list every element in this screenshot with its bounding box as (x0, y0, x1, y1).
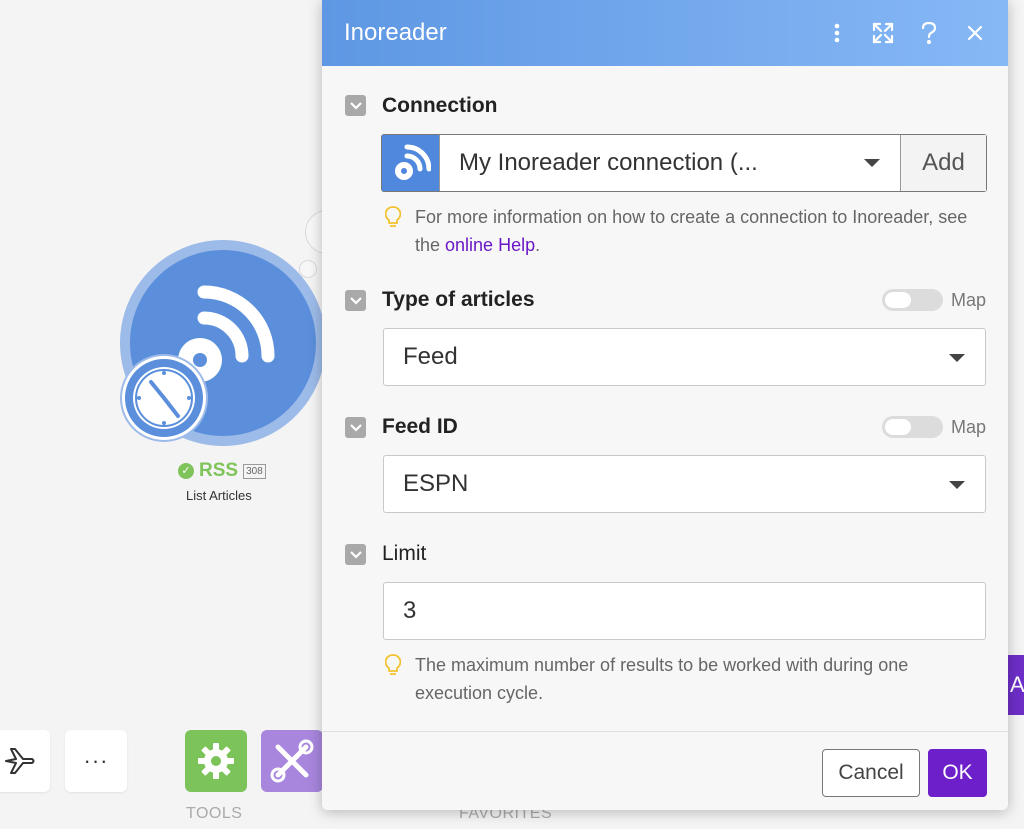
dialog-title: Inoreader (344, 19, 447, 46)
limit-hint: The maximum number of results to be work… (385, 651, 988, 707)
dialog-footer: Cancel OK (322, 731, 1008, 810)
limit-value: 3 (403, 597, 417, 624)
connection-collapse-toggle[interactable] (345, 95, 366, 116)
type-of-articles-select[interactable]: Feed (383, 328, 986, 386)
feed-id-value: ESPN (403, 470, 469, 497)
ellipsis-icon: ··· (83, 748, 109, 773)
help-icon[interactable] (916, 20, 942, 46)
connection-select[interactable]: My Inoreader connection (... (439, 135, 901, 191)
more-vertical-icon[interactable] (824, 20, 850, 46)
edge-action-button[interactable]: A (1008, 655, 1024, 715)
airplane-tool-button[interactable] (0, 730, 50, 792)
module-settings-dialog: Inoreader Connection My Inoreader connec… (322, 0, 1008, 810)
caret-down-icon (949, 481, 965, 489)
caret-down-icon (949, 354, 965, 362)
connection-picker: My Inoreader connection (... Add (381, 134, 987, 192)
inoreader-icon (382, 135, 439, 191)
feed-id-map-toggle[interactable] (881, 416, 943, 438)
limit-hint-text: The maximum number of results to be work… (415, 655, 909, 703)
type-of-articles-map-toggle[interactable] (881, 289, 943, 311)
status-ok-icon: ✓ (178, 463, 194, 479)
more-tools-button[interactable]: ··· (65, 730, 127, 792)
dialog-header-actions (824, 0, 988, 66)
tools-caption: TOOLS (186, 805, 243, 822)
module-subtitle: List Articles (186, 488, 252, 503)
lightbulb-icon (385, 654, 401, 675)
cancel-button[interactable]: Cancel (822, 749, 920, 797)
chevron-down-icon (349, 296, 362, 305)
limit-input[interactable]: 3 (383, 582, 986, 640)
module-name: RSS (199, 460, 239, 481)
limit-label: Limit (382, 542, 427, 565)
connection-label: Connection (382, 94, 498, 117)
type-of-articles-value: Feed (403, 343, 458, 370)
favorites-tools-button[interactable] (261, 730, 323, 792)
gear-icon (198, 743, 234, 779)
map-label: Map (950, 416, 986, 437)
type-of-articles-label: Type of articles (382, 288, 535, 311)
add-connection-button[interactable]: Add (901, 135, 986, 191)
airplane-icon (5, 748, 35, 774)
lightbulb-icon (385, 206, 401, 227)
wrench-screwdriver-icon (270, 739, 314, 783)
online-help-link[interactable]: online Help (445, 235, 535, 255)
feed-id-select[interactable]: ESPN (383, 455, 986, 513)
expand-icon[interactable] (870, 20, 896, 46)
dialog-header: Inoreader (322, 0, 1008, 66)
ok-button[interactable]: OK (928, 749, 987, 797)
tools-button[interactable] (185, 730, 247, 792)
caret-down-icon (864, 159, 880, 167)
connection-selected-value: My Inoreader connection (... (459, 149, 758, 176)
chevron-down-icon (349, 550, 362, 559)
feed-id-collapse-toggle[interactable] (345, 417, 366, 438)
connection-hint-suffix: . (535, 235, 541, 255)
limit-collapse-toggle[interactable] (345, 544, 366, 565)
type-of-articles-map: Map (881, 289, 986, 311)
chevron-down-icon (349, 101, 362, 110)
chevron-down-icon (349, 423, 362, 432)
map-label: Map (950, 289, 986, 310)
schedule-clock-icon[interactable] (122, 356, 206, 440)
module-title[interactable]: ✓ RSS 308 (178, 460, 288, 482)
close-icon[interactable] (962, 20, 988, 46)
connection-hint: For more information on how to create a … (385, 203, 988, 259)
module-id-badge: 308 (243, 463, 266, 479)
feed-id-label: Feed ID (382, 415, 458, 438)
type-of-articles-collapse-toggle[interactable] (345, 290, 366, 311)
thought-bubble-small (299, 260, 317, 278)
feed-id-map: Map (881, 416, 986, 438)
